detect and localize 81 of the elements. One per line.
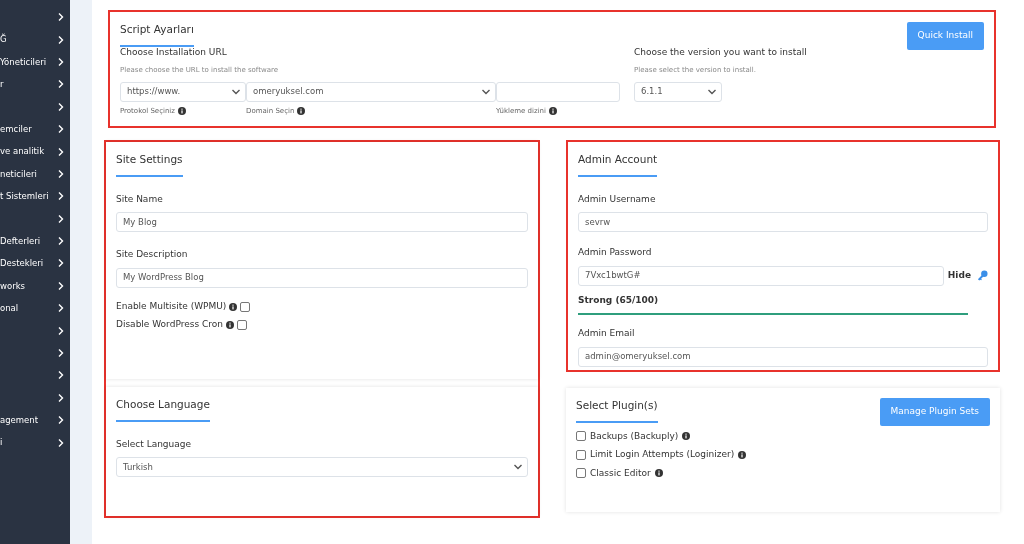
language-select[interactable]: Turkish [116,457,528,478]
sidebar-item[interactable]: r [0,73,70,96]
info-icon [225,321,234,329]
caret-icon [482,88,490,95]
chevron-icon [58,393,64,402]
sidebar-item[interactable]: t Sistemleri [0,185,70,208]
checkbox[interactable] [236,320,247,330]
sidebar-item[interactable]: Ğ [0,28,70,51]
chevron-icon [58,371,64,380]
strength-text: Strong (65/100) [578,293,660,307]
version-select[interactable]: 6.1.1 [634,81,722,102]
field-label: Choose Installation URL [120,45,228,59]
section-title: Site Settings [116,152,183,177]
field-label: Admin Password [578,246,653,260]
domain-select[interactable]: omeryuksel.com [246,81,496,102]
sidebar-item[interactable]: Destekleri [0,252,70,275]
hide-link[interactable]: Hide [947,269,971,283]
section-title: Select Plugin(s) [576,398,658,423]
plugin-label: Backups (Backuply) [590,429,679,443]
checkbox[interactable] [576,449,586,460]
section-title: Admin Account [578,152,658,177]
sidebar-item[interactable]: onal [0,297,70,320]
section-title: Script Ayarları [120,22,194,47]
chevron-icon [58,237,64,246]
chevron-icon [58,147,64,156]
sidebar-item[interactable]: ve analitik [0,140,70,163]
field-label: Admin Username [578,192,657,206]
chevron-icon [58,259,64,268]
chevron-icon [58,192,64,201]
directory-field[interactable] [496,81,620,102]
option-label: Disable WordPress Cron [116,318,223,332]
chevron-icon [58,57,64,66]
info-icon [682,432,691,441]
sidebar-item[interactable]: Yöneticileri [0,50,70,74]
caret-icon [708,88,716,95]
sidebar-item[interactable]: agement [0,409,70,432]
field-label: Choose the version you want to install [634,45,807,59]
chevron-icon [58,304,64,313]
checkbox[interactable] [576,468,586,479]
plugin-label: Limit Login Attempts (Loginizer) [590,448,735,461]
caret-icon [232,88,240,95]
field-label: Site Description [116,248,189,262]
info-icon [297,106,306,115]
chevron-icon [58,80,64,89]
field-label: Admin Email [578,327,636,341]
chevron-icon [58,125,64,134]
info-icon [178,106,186,115]
sidebar-item[interactable]: Defterleri [0,229,70,253]
caret-icon [514,464,522,471]
section-title: Choose Language [116,397,210,422]
key-icon[interactable] [977,270,988,282]
password-field[interactable]: 7Vxc1bwtG# [578,265,944,286]
chevron-icon [58,169,64,178]
sidebar-item[interactable]: neticileri [0,162,70,186]
info-icon [229,302,238,311]
chevron-icon [58,35,64,44]
info-icon [654,469,663,478]
sidebar-item[interactable]: emciler [0,117,70,141]
plugin-label: Classic Editor [590,466,651,480]
info-icon [738,450,747,459]
chevron-icon [58,281,64,290]
info-icon [548,106,557,115]
option-label: Enable Multisite (WPMU) [116,299,227,313]
chevron-icon [58,13,64,22]
chevron-icon [58,214,64,223]
field-label: Site Name [116,192,164,206]
checkbox[interactable] [240,301,251,312]
chevron-icon [58,438,64,447]
text-field[interactable]: My Blog [116,212,528,233]
text-field[interactable]: My WordPress Blog [116,267,528,288]
chevron-icon [58,349,64,358]
field-label: Select Language [116,437,193,451]
sidebar-item[interactable]: i [0,431,70,454]
chevron-icon [58,326,64,335]
email-field[interactable]: admin@omeryuksel.com [578,346,988,367]
chevron-icon [58,416,64,425]
chevron-icon [58,102,64,111]
username-field[interactable]: sevrw [578,212,988,233]
checkbox[interactable] [576,431,586,442]
sidebar-item[interactable]: works [0,274,70,298]
protocol-select[interactable]: https://www. [120,81,246,102]
